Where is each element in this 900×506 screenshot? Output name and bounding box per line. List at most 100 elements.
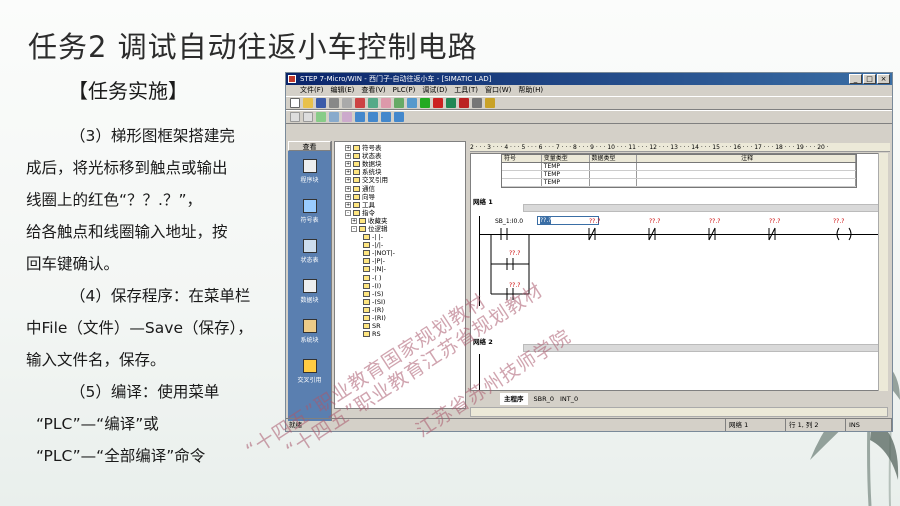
tree-item-label: -(S) — [372, 289, 384, 298]
expander-icon[interactable]: + — [345, 193, 351, 200]
tree-item[interactable]: + 收藏夹 — [337, 217, 463, 225]
expander-icon[interactable]: - — [351, 225, 357, 232]
expander-icon[interactable]: + — [351, 217, 357, 224]
network-insert-icon[interactable] — [290, 112, 300, 122]
print-icon[interactable] — [329, 98, 339, 108]
menu-help[interactable]: 帮助(H) — [518, 85, 543, 96]
folder-icon — [353, 169, 360, 176]
tree-item[interactable]: + 系统块 — [337, 168, 463, 176]
tree-item[interactable]: -|N|- — [337, 265, 463, 273]
tree-item-label: 符号表 — [362, 144, 382, 153]
upload-icon[interactable] — [420, 98, 430, 108]
nav-data-block[interactable]: 数据块 — [288, 271, 331, 311]
compile-all-icon[interactable] — [407, 98, 417, 108]
tree-item[interactable]: - 指令 — [337, 209, 463, 217]
folder-icon — [363, 306, 370, 313]
expander-icon[interactable]: - — [345, 209, 351, 216]
expander-icon[interactable]: + — [345, 177, 351, 184]
nav-symbol-table[interactable]: 符号表 — [288, 191, 331, 231]
tree-item-label: 通信 — [362, 184, 375, 193]
tree-item[interactable]: RS — [337, 330, 463, 338]
tree-item[interactable]: -( ) — [337, 274, 463, 282]
tree-item[interactable]: -(SI) — [337, 298, 463, 306]
menu-view[interactable]: 查看(V) — [361, 85, 385, 96]
menu-edit[interactable]: 编辑(E) — [331, 85, 355, 96]
ladder-editor[interactable]: 符号 变量类型 数据类型 注释 TEMP TEMP TEMP 网络 1 SB_1… — [470, 153, 888, 391]
tree-item[interactable]: -|P|- — [337, 257, 463, 265]
nav-program-block[interactable]: 程序块 — [288, 151, 331, 191]
menu-plc[interactable]: PLC(P) — [393, 85, 416, 96]
menu-file[interactable]: 文件(F) — [300, 85, 324, 96]
save-icon[interactable] — [316, 98, 326, 108]
tree-item[interactable]: -|/|- — [337, 241, 463, 249]
tab-main[interactable]: 主程序 — [500, 393, 528, 405]
tree-item[interactable]: -(R) — [337, 306, 463, 314]
para-line: 回车键确认。 — [26, 255, 120, 273]
expander-icon[interactable]: + — [345, 169, 351, 176]
cut-icon[interactable] — [355, 98, 365, 108]
expander-icon[interactable]: + — [345, 201, 351, 208]
folder-icon — [363, 290, 370, 297]
preview-icon[interactable] — [342, 98, 352, 108]
paste-icon[interactable] — [381, 98, 391, 108]
menu-window[interactable]: 窗口(W) — [485, 85, 511, 96]
monitor-icon[interactable] — [472, 98, 482, 108]
editor-hscroll[interactable] — [470, 407, 888, 417]
contact-icon[interactable] — [316, 112, 326, 122]
new-file-icon[interactable] — [290, 98, 300, 108]
window-titlebar[interactable]: STEP 7-Micro/WIN - 西门子-自动往返小车 - [SIMATIC… — [286, 73, 892, 85]
copy-icon[interactable] — [368, 98, 378, 108]
open-folder-icon[interactable] — [303, 98, 313, 108]
expander-icon[interactable]: + — [345, 145, 351, 152]
tree-item-label: -| |- — [372, 233, 384, 242]
network2-comment[interactable] — [523, 344, 881, 352]
run-icon[interactable] — [446, 98, 456, 108]
status-table-icon — [302, 238, 317, 253]
tab-int0[interactable]: INT_0 — [560, 393, 578, 405]
tree-item[interactable]: + 状态表 — [337, 152, 463, 160]
maximize-button[interactable]: □ — [863, 74, 876, 84]
tree-item[interactable]: -|NOT|- — [337, 249, 463, 257]
minimize-button[interactable]: _ — [849, 74, 862, 84]
status-bar: 就绪 网络 1 行 1, 列 2 INS — [286, 418, 892, 431]
line-up-icon[interactable] — [368, 112, 378, 122]
tools-icon[interactable] — [485, 98, 495, 108]
editor-vscroll[interactable] — [878, 153, 888, 391]
close-button[interactable]: × — [877, 74, 890, 84]
tree-item[interactable]: - 位逻辑 — [337, 225, 463, 233]
ladder-graphics — [490, 227, 852, 300]
tree-item[interactable]: + 向导 — [337, 193, 463, 201]
stop-icon[interactable] — [459, 98, 469, 108]
expander-icon[interactable]: + — [345, 161, 351, 168]
box-icon[interactable] — [342, 112, 352, 122]
tree-item[interactable]: -(RI) — [337, 314, 463, 322]
tree-item[interactable]: + 符号表 — [337, 144, 463, 152]
tree-item[interactable]: + 工具 — [337, 201, 463, 209]
nav-cross-reference[interactable]: 交叉引用 — [288, 351, 331, 391]
folder-icon — [353, 177, 360, 184]
tab-sbr0[interactable]: SBR_0 — [534, 393, 555, 405]
tree-item[interactable]: -| |- — [337, 233, 463, 241]
download-icon[interactable] — [433, 98, 443, 108]
folder-icon — [363, 250, 370, 257]
coil-icon[interactable] — [329, 112, 339, 122]
status-network: 网络 1 — [726, 419, 786, 431]
tree-item[interactable]: + 数据块 — [337, 160, 463, 168]
line-right-icon[interactable] — [394, 112, 404, 122]
tree-item[interactable]: SR — [337, 322, 463, 330]
menu-debug[interactable]: 调试(D) — [422, 85, 447, 96]
menu-tools[interactable]: 工具(T) — [454, 85, 478, 96]
tree-item[interactable]: + 通信 — [337, 184, 463, 193]
tree-item[interactable]: -(S) — [337, 290, 463, 298]
line-down-icon[interactable] — [355, 112, 365, 122]
expander-icon[interactable]: + — [345, 153, 351, 160]
line-left-icon[interactable] — [381, 112, 391, 122]
nav-system-block[interactable]: 系统块 — [288, 311, 331, 351]
tree-item[interactable]: + 交叉引用 — [337, 176, 463, 184]
nav-status-table[interactable]: 状态表 — [288, 231, 331, 271]
network-delete-icon[interactable] — [303, 112, 313, 122]
compile-icon[interactable] — [394, 98, 404, 108]
folder-icon — [353, 185, 360, 192]
expander-icon[interactable]: + — [345, 185, 351, 192]
tree-item[interactable]: -(I) — [337, 282, 463, 290]
